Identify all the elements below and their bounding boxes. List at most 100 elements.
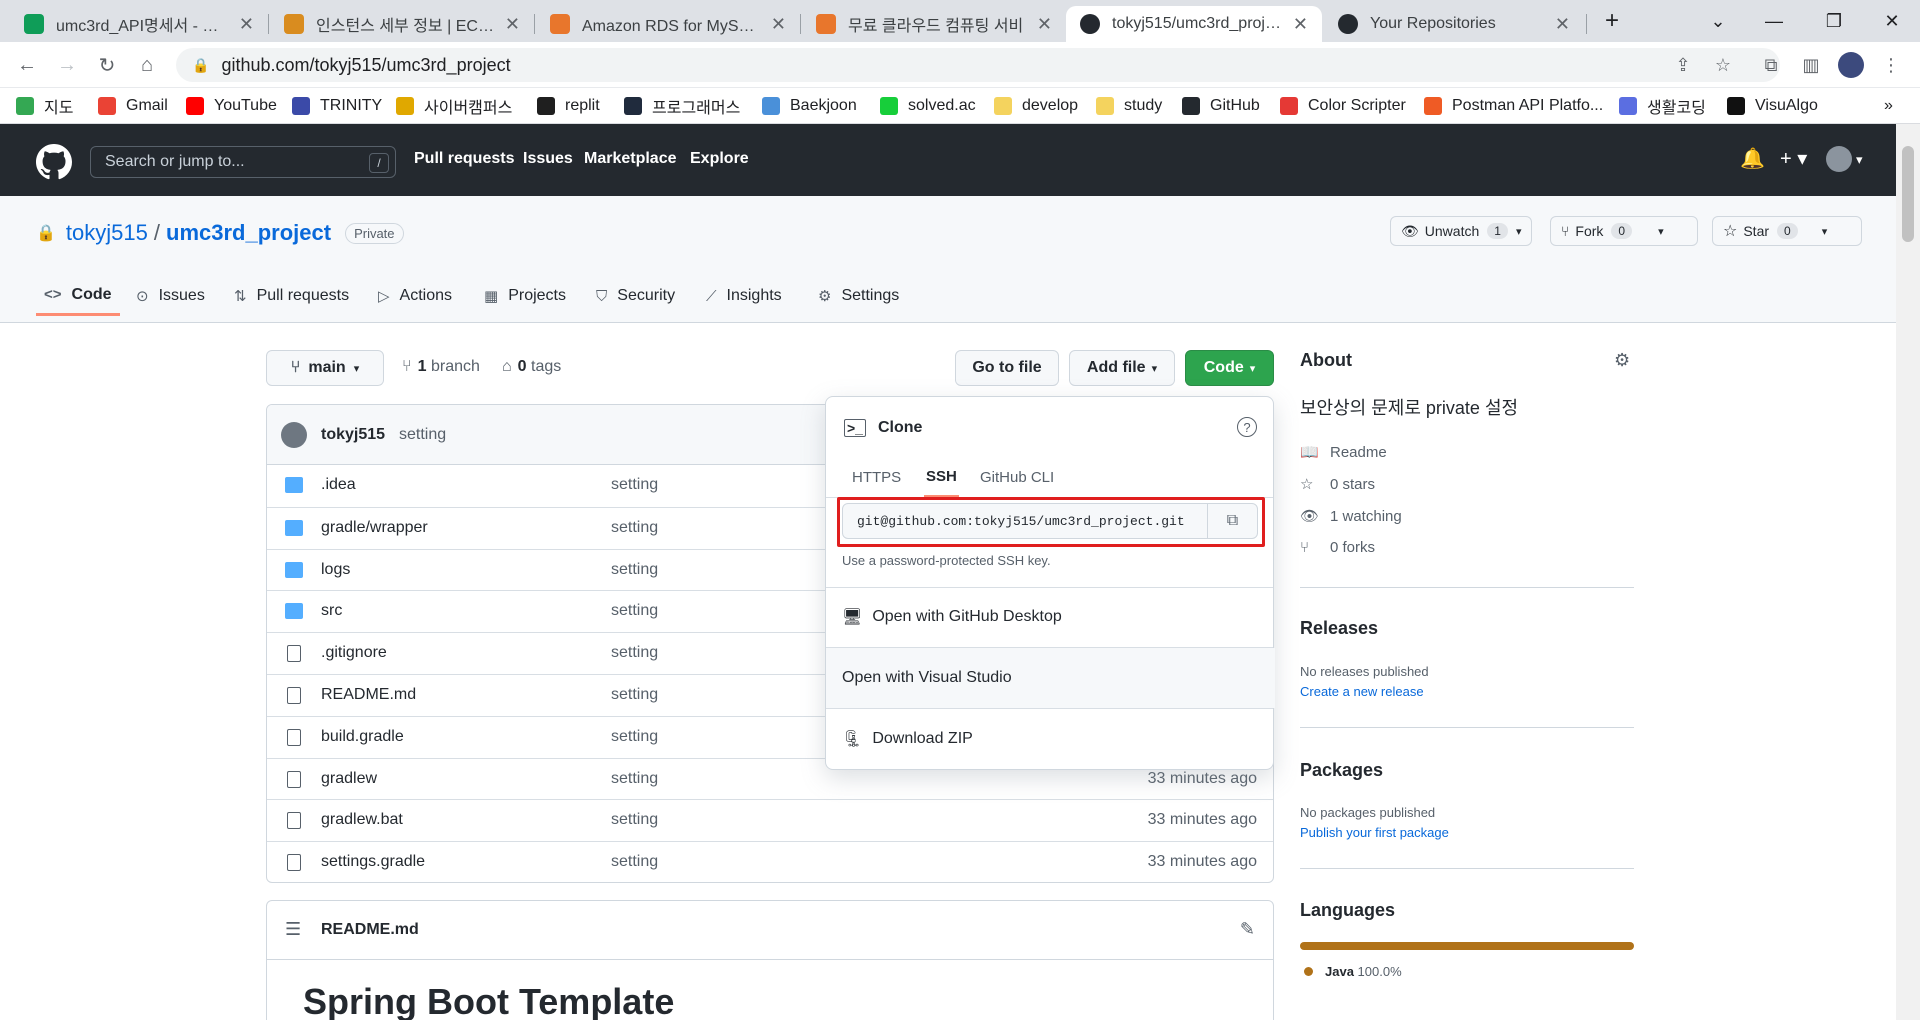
search-input[interactable]: Search or jump to... / [90,146,396,178]
tab-insights[interactable]: ⟋ Insights [706,276,782,316]
bookmark-item[interactable]: YouTube [186,95,277,117]
browser-tab-repositories[interactable]: Your Repositories ✕ [1324,6,1584,42]
commit-message[interactable]: setting [611,519,658,537]
commit-message[interactable]: setting [611,644,658,662]
commit-message[interactable]: setting [611,853,658,871]
clone-tab-https[interactable]: HTTPS [852,457,901,497]
bookmark-item[interactable]: Color Scripter [1280,95,1406,117]
nav-explore[interactable]: Explore [690,150,749,168]
bookmark-item[interactable]: solved.ac [880,95,976,117]
restore-icon[interactable]: ❐ [1806,0,1862,42]
bookmark-item[interactable]: GitHub [1182,95,1260,117]
file-name[interactable]: README.md [321,686,416,704]
unwatch-button[interactable]: 👁 Unwatch 1 ▾ [1390,216,1532,246]
tab-issues[interactable]: ⊙ Issues [136,276,205,316]
clone-tab-github-cli[interactable]: GitHub CLI [980,457,1054,497]
tab-actions[interactable]: ▷ Actions [378,276,452,316]
nav-marketplace[interactable]: Marketplace [584,150,677,168]
bookmark-item[interactable]: 사이버캠퍼스 [396,95,512,117]
bookmark-item[interactable]: TRINITY [292,95,382,117]
forward-icon[interactable]: → [52,51,82,79]
minimize-icon[interactable]: — [1746,0,1802,42]
branch-select[interactable]: ⑂ main ▾ [266,350,384,386]
code-button[interactable]: Code ▾ [1185,350,1274,386]
browser-tab-rds[interactable]: Amazon RDS for MySQL 요 ✕ [536,6,800,42]
language-item[interactable]: Java 100.0% [1304,964,1402,979]
close-icon[interactable]: ✕ [771,14,786,35]
browser-tab-api-spec[interactable]: umc3rd_API명세서 - Goog ✕ [10,6,268,42]
forks-link[interactable]: ⑂ 0 forks [1300,539,1375,556]
user-avatar[interactable] [1826,146,1852,172]
commit-message[interactable]: setting [611,728,658,746]
new-tab-button[interactable]: + [1584,0,1640,42]
file-name[interactable]: gradle/wrapper [321,519,428,537]
commit-message[interactable]: setting [611,686,658,704]
profile-avatar[interactable] [1838,52,1864,78]
bookmark-item[interactable]: replit [537,95,600,117]
file-name[interactable]: logs [321,561,350,579]
file-name[interactable]: settings.gradle [321,853,425,871]
tab-projects[interactable]: ▦ Projects [484,276,566,316]
publish-package-link[interactable]: Publish your first package [1300,825,1449,840]
bookmark-item[interactable]: study [1096,95,1162,117]
tags-link[interactable]: ⌂ 0 tags [502,358,561,376]
file-name[interactable]: gradlew [321,770,377,788]
packages-title[interactable]: Packages [1300,760,1383,781]
go-to-file-button[interactable]: Go to file [955,350,1059,386]
file-name[interactable]: src [321,602,342,620]
home-icon[interactable]: ⌂ [132,51,162,79]
bookmark-item[interactable]: 프로그래머스 [624,95,740,117]
commit-message[interactable]: setting [611,476,658,494]
bookmarks-overflow-icon[interactable]: » [1884,95,1893,117]
file-name[interactable]: .idea [321,476,356,494]
close-icon[interactable]: ✕ [1555,14,1570,35]
releases-title[interactable]: Releases [1300,618,1378,639]
gear-icon[interactable]: ⚙ [1614,350,1630,371]
tab-settings[interactable]: ⚙ Settings [818,276,899,316]
bookmark-item[interactable]: 생활코딩 [1619,95,1706,117]
commit-message[interactable]: setting [399,426,446,444]
download-zip-item[interactable]: 🗜 Download ZIP [826,709,1275,769]
browser-tab-cloud[interactable]: 무료 클라우드 컴퓨팅 서비 ✕ [802,6,1066,42]
help-icon[interactable]: ? [1237,417,1257,437]
close-icon[interactable]: ✕ [239,14,254,35]
bookmark-item[interactable]: VisuAlgo [1727,95,1818,117]
add-file-button[interactable]: Add file ▾ [1069,350,1175,386]
bookmark-item[interactable]: Gmail [98,95,168,117]
author-avatar[interactable] [281,422,307,448]
back-icon[interactable]: ← [12,51,42,79]
pencil-icon[interactable]: ✎ [1240,919,1255,940]
scrollbar-thumb[interactable] [1902,146,1914,242]
repo-name-link[interactable]: umc3rd_project [166,220,331,246]
stars-link[interactable]: ☆ 0 stars [1300,475,1375,494]
menu-icon[interactable]: ⋮ [1878,52,1904,78]
github-logo-icon[interactable] [36,144,72,180]
reload-icon[interactable]: ↻ [92,51,122,79]
tab-security[interactable]: ⛉ Security [596,276,675,316]
close-icon[interactable]: ✕ [1293,14,1308,35]
open-visual-studio-item[interactable]: Open with Visual Studio [826,648,1275,708]
close-icon[interactable]: ✕ [1037,14,1052,35]
branches-link[interactable]: ⑂ 1 branch [402,358,480,376]
close-window-icon[interactable]: ✕ [1864,0,1920,42]
close-icon[interactable]: ✕ [505,14,520,35]
commit-author[interactable]: tokyj515 [321,426,385,444]
file-name[interactable]: gradlew.bat [321,811,403,829]
browser-tab-ec2[interactable]: 인스턴스 세부 정보 | EC2 M ✕ [270,6,534,42]
bookmark-star-icon[interactable]: ☆ [1710,52,1736,78]
browser-tab-repo[interactable]: tokyj515/umc3rd_project: ✕ [1066,6,1322,42]
watching-link[interactable]: 👁 1 watching [1300,507,1402,526]
bookmark-item[interactable]: 지도 [16,95,73,117]
extensions-icon[interactable]: ⧉ [1758,52,1784,78]
star-button[interactable]: ☆ Star 0 ▾ [1712,216,1862,246]
chevron-down-icon[interactable]: ▾ [1856,152,1863,168]
commit-message[interactable]: setting [611,602,658,620]
bell-icon[interactable]: 🔔 [1740,146,1765,171]
bookmark-item[interactable]: develop [994,95,1078,117]
commit-message[interactable]: setting [611,811,658,829]
bookmark-item[interactable]: Postman API Platfo... [1424,95,1603,117]
nav-pull-requests[interactable]: Pull requests [414,150,514,168]
bookmark-item[interactable]: Baekjoon [762,95,857,117]
tab-pull-requests[interactable]: ⇅ Pull requests [234,276,349,316]
list-icon[interactable]: ☰ [285,919,301,940]
